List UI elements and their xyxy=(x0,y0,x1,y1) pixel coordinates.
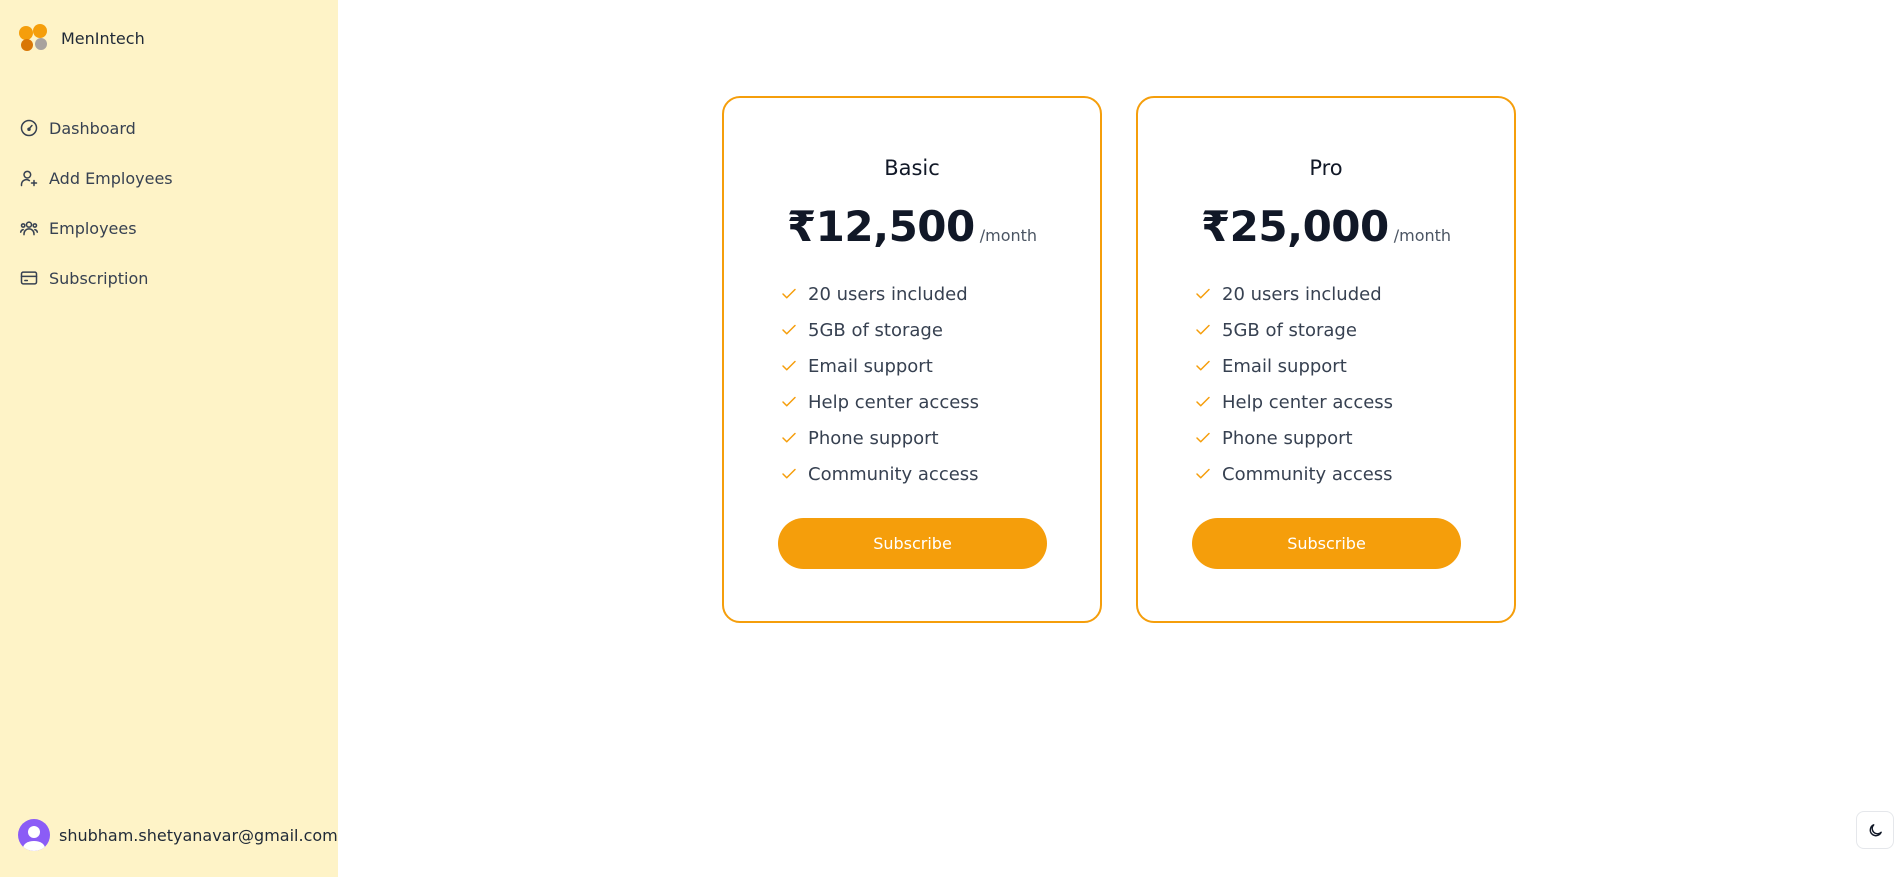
users-icon xyxy=(19,221,39,236)
feature-item: Phone support xyxy=(1194,420,1393,456)
feature-text: Phone support xyxy=(808,427,939,449)
plan-price-row: ₹25,000 /month xyxy=(1138,202,1514,251)
plan-period: /month xyxy=(1393,226,1452,245)
feature-text: Help center access xyxy=(1222,391,1394,413)
feature-text: Phone support xyxy=(1222,427,1353,449)
check-icon xyxy=(1196,360,1210,371)
avatar xyxy=(18,819,50,851)
brand-logo-icon xyxy=(19,24,51,52)
check-icon xyxy=(1196,468,1210,479)
brand[interactable]: MenIntech xyxy=(19,24,145,52)
sidebar-item-label: Dashboard xyxy=(49,118,136,138)
feature-item: 5GB of storage xyxy=(1194,312,1393,348)
feature-list: 20 users included 5GB of storage Email s… xyxy=(780,276,979,492)
feature-item: Phone support xyxy=(780,420,979,456)
feature-text: 20 users included xyxy=(808,283,968,305)
plan-card-basic: Basic ₹12,500 /month 20 users included 5… xyxy=(722,96,1102,623)
check-icon xyxy=(782,432,796,443)
user-plus-icon xyxy=(20,170,38,187)
feature-text: Community access xyxy=(808,463,979,485)
brand-name: MenIntech xyxy=(61,28,145,48)
feature-item: Community access xyxy=(1194,456,1393,492)
sidebar-item-employees[interactable]: Employees xyxy=(19,203,173,253)
plan-price-row: ₹12,500 /month xyxy=(724,202,1100,251)
sidebar-item-label: Subscription xyxy=(49,268,149,288)
moon-icon xyxy=(1869,823,1882,836)
sidebar-item-subscription[interactable]: Subscription xyxy=(19,253,173,303)
sidebar-nav: Dashboard Add Employees Employees Subscr… xyxy=(19,103,173,303)
plan-price: ₹25,000 xyxy=(1200,202,1389,251)
feature-item: Community access xyxy=(780,456,979,492)
theme-toggle-button[interactable] xyxy=(1856,811,1894,849)
check-icon xyxy=(782,360,796,371)
feature-text: Email support xyxy=(808,355,933,377)
check-icon xyxy=(782,324,796,335)
sidebar-item-add-employees[interactable]: Add Employees xyxy=(19,153,173,203)
plan-price: ₹12,500 xyxy=(786,202,975,251)
feature-text: 20 users included xyxy=(1222,283,1382,305)
check-icon xyxy=(1196,324,1210,335)
feature-text: Email support xyxy=(1222,355,1347,377)
subscribe-button-basic[interactable]: Subscribe xyxy=(778,518,1047,569)
feature-item: 20 users included xyxy=(1194,276,1393,312)
sidebar-item-label: Employees xyxy=(49,218,137,238)
feature-item: 20 users included xyxy=(780,276,979,312)
check-icon xyxy=(782,396,796,407)
plan-card-pro: Pro ₹25,000 /month 20 users included 5GB… xyxy=(1136,96,1516,623)
feature-text: Community access xyxy=(1222,463,1393,485)
feature-item: Help center access xyxy=(1194,384,1393,420)
check-icon xyxy=(782,468,796,479)
subscribe-button-pro[interactable]: Subscribe xyxy=(1192,518,1461,569)
feature-list: 20 users included 5GB of storage Email s… xyxy=(1194,276,1393,492)
check-icon xyxy=(1196,432,1210,443)
feature-text: Help center access xyxy=(808,391,980,413)
plan-period: /month xyxy=(979,226,1038,245)
check-icon xyxy=(782,288,796,299)
feature-item: 5GB of storage xyxy=(780,312,979,348)
feature-item: Help center access xyxy=(780,384,979,420)
sidebar-item-dashboard[interactable]: Dashboard xyxy=(19,103,173,153)
account-email: shubham.shetyanavar@gmail.com xyxy=(59,825,338,845)
plan-name: Basic xyxy=(884,156,940,180)
feature-item: Email support xyxy=(780,348,979,384)
plan-name: Pro xyxy=(1309,156,1343,180)
feature-text: 5GB of storage xyxy=(1222,319,1357,341)
sidebar: MenIntech Dashboard Add Employees Employ… xyxy=(0,0,338,877)
credit-card-icon xyxy=(20,271,38,285)
account-menu[interactable]: shubham.shetyanavar@gmail.com xyxy=(18,819,338,851)
sidebar-item-label: Add Employees xyxy=(49,168,173,188)
feature-text: 5GB of storage xyxy=(808,319,943,341)
check-icon xyxy=(1196,396,1210,407)
check-icon xyxy=(1196,288,1210,299)
feature-item: Email support xyxy=(1194,348,1393,384)
gauge-icon xyxy=(20,119,38,137)
